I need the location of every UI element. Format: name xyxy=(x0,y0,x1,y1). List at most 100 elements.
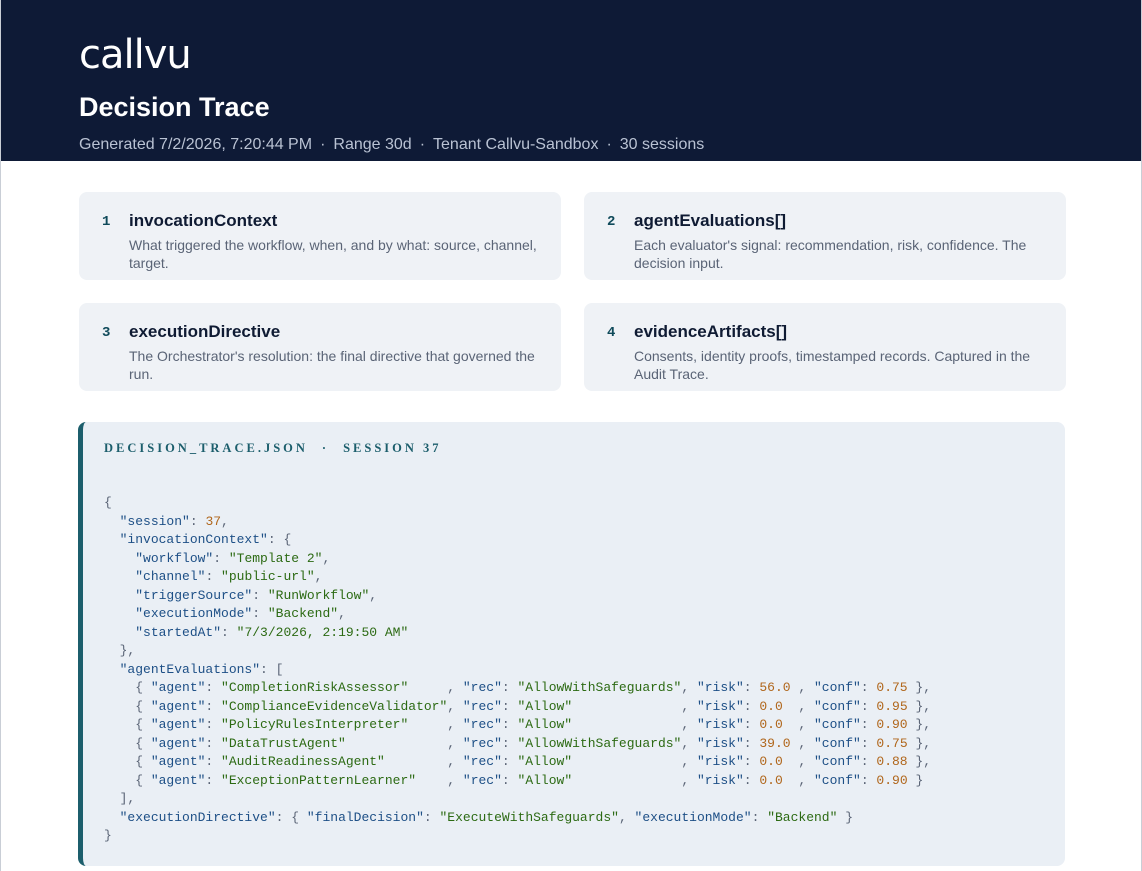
agent-name: "ComplianceEvidenceValidator" xyxy=(221,698,448,714)
json-key: "agent" xyxy=(150,717,206,732)
agent-risk: 39.0 xyxy=(759,735,791,751)
json-key: "executionMode" xyxy=(135,606,253,621)
json-string: "RunWorkflow" xyxy=(267,587,370,603)
json-key: "session" xyxy=(119,513,190,529)
json-key: "invocationContext" xyxy=(119,532,268,547)
card-title: evidenceArtifacts[] xyxy=(634,322,788,341)
generated-at: Generated 7/2/2026, 7:20:44 PM xyxy=(79,136,313,153)
json-key: "triggerSource" xyxy=(135,587,253,603)
card-description: The Orchestrator's resolution: the final… xyxy=(129,348,535,382)
range-label: Range 30d xyxy=(333,136,412,153)
json-key: "risk" xyxy=(696,772,744,788)
agent-recommendation: "Allow" xyxy=(517,754,573,769)
card-number: 3 xyxy=(102,325,111,341)
agent-name: "DataTrustAgent" xyxy=(221,735,346,751)
card-title: executionDirective xyxy=(129,322,281,341)
json-key: "risk" xyxy=(696,735,744,751)
json-key: "rec" xyxy=(462,772,502,788)
json-key: "conf" xyxy=(813,680,861,695)
card-description: Each evaluator's signal: recommendation,… xyxy=(634,237,1027,271)
agent-name: "AuditReadinessAgent" xyxy=(221,754,385,769)
page-header: callvu Decision Trace Generated 7/2/2026… xyxy=(1,0,1141,161)
meta-separator: · xyxy=(606,136,612,153)
agent-confidence: 0.90 xyxy=(876,717,908,732)
card-title: agentEvaluations[] xyxy=(634,211,787,230)
agent-name: "CompletionRiskAssessor" xyxy=(221,680,409,695)
json-string: "Backend" xyxy=(767,809,838,825)
agent-confidence: 0.90 xyxy=(876,772,908,788)
json-key: "rec" xyxy=(462,735,502,751)
agent-recommendation: "Allow" xyxy=(517,717,573,732)
json-key: "risk" xyxy=(696,754,744,769)
json-key: "rec" xyxy=(462,754,502,769)
json-string: "ExecuteWithSafeguards" xyxy=(439,809,619,825)
card-execution-directive: 3 executionDirective The Orchestrator's … xyxy=(79,303,561,391)
meta-separator: · xyxy=(320,136,326,153)
json-key: "agent" xyxy=(150,698,206,714)
agent-risk: 0.0 xyxy=(759,717,783,732)
json-key: "startedAt" xyxy=(135,624,222,640)
agent-risk: 56.0 xyxy=(759,680,791,695)
json-key: "risk" xyxy=(696,698,744,714)
agent-risk: 0.0 xyxy=(759,772,783,788)
card-number: 4 xyxy=(607,325,616,341)
json-key: "conf" xyxy=(814,772,861,788)
card-description: What triggered the workflow, when, and b… xyxy=(129,237,537,271)
decision-trace-code-block: DECISION_TRACE.JSON · SESSION 37 { "sessio… xyxy=(78,422,1065,866)
json-key: "executionMode" xyxy=(634,809,752,825)
json-key: "conf" xyxy=(813,717,861,732)
json-string: "7/3/2026, 2:19:50 AM" xyxy=(236,624,409,640)
agent-recommendation: "Allow" xyxy=(517,772,573,788)
agent-name: "PolicyRulesInterpreter" xyxy=(221,717,409,732)
json-key: "risk" xyxy=(696,717,744,732)
json-key: "rec" xyxy=(462,680,502,695)
json-string: "Template 2" xyxy=(228,550,323,566)
json-key: "agent" xyxy=(150,754,206,769)
json-key: "agent" xyxy=(150,772,206,788)
json-key: "conf" xyxy=(814,735,861,751)
report-meta: Generated 7/2/2026, 7:20:44 PM · Range 30d… xyxy=(79,135,1141,155)
json-key: "rec" xyxy=(462,717,502,732)
json-key: "finalDecision" xyxy=(306,809,424,825)
json-key: "workflow" xyxy=(135,550,214,566)
card-number: 1 xyxy=(102,214,111,230)
meta-separator: · xyxy=(419,136,426,153)
json-string: "Backend" xyxy=(267,606,339,621)
json-key: "agent" xyxy=(150,735,206,751)
json-string: "public-url" xyxy=(221,569,315,584)
json-key: "agentEvaluations" xyxy=(119,661,261,677)
json-view: { "session": 37, "invocationContext": { … xyxy=(104,495,932,843)
tenant-label: Tenant Callvu-Sandbox xyxy=(433,136,599,153)
agent-name: "ExceptionPatternLearner" xyxy=(221,772,417,788)
json-key: "conf" xyxy=(814,698,861,714)
file-label: DECISION_TRACE.JSON xyxy=(104,441,308,455)
session-count: 30 sessions xyxy=(619,136,705,153)
card-invocation-context: 1 invocationContext What triggered the w… xyxy=(79,192,561,280)
agent-recommendation: "AllowWithSafeguards" xyxy=(517,680,682,695)
session-number: 37 xyxy=(205,513,222,529)
agent-confidence: 0.95 xyxy=(876,698,908,714)
agent-confidence: 0.88 xyxy=(876,754,908,769)
agent-recommendation: "Allow" xyxy=(517,698,573,714)
card-number: 2 xyxy=(607,214,616,230)
json-key: "agent" xyxy=(150,680,206,695)
json-key: "executionDirective" xyxy=(119,809,276,825)
card-evidence-artifacts: 4 evidenceArtifacts[] Consents, identity… xyxy=(584,303,1066,391)
json-key: "conf" xyxy=(813,754,861,769)
callvu-logo: callvu xyxy=(79,32,192,78)
agent-risk: 0.0 xyxy=(759,698,783,714)
agent-risk: 0.0 xyxy=(759,754,783,769)
card-title: invocationContext xyxy=(129,211,278,230)
card-agent-evaluations: 2 agentEvaluations[] Each evaluator's si… xyxy=(584,192,1066,280)
json-key: "channel" xyxy=(135,569,206,584)
title-separator: · xyxy=(321,441,330,455)
json-key: "risk" xyxy=(696,680,744,695)
trace-structure-cards: 1 invocationContext What triggered the w… xyxy=(1,161,1141,391)
agent-confidence: 0.75 xyxy=(876,735,908,751)
json-key: "rec" xyxy=(462,698,502,714)
card-description: Consents, identity proofs, timestamped r… xyxy=(634,348,1031,382)
agent-confidence: 0.75 xyxy=(876,680,908,695)
code-block-title: DECISION_TRACE.JSON · SESSION 37 xyxy=(104,440,1065,456)
agent-recommendation: "AllowWithSafeguards" xyxy=(517,735,682,751)
page-title: Decision Trace xyxy=(79,92,270,122)
